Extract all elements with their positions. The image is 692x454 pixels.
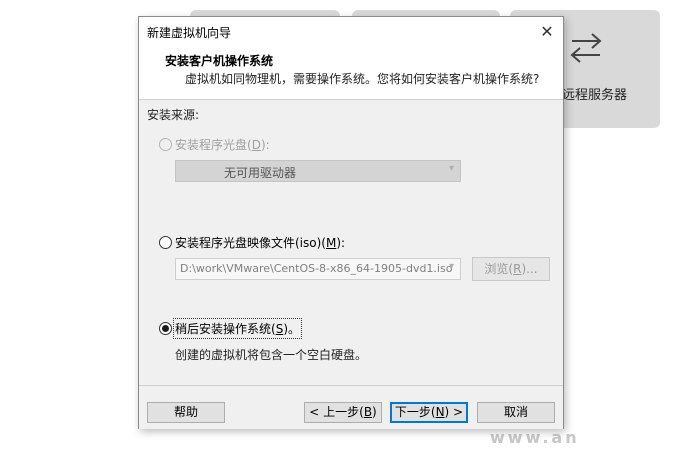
- later-option-description: 创建的虚拟机将包含一个空白硬盘。: [175, 348, 368, 362]
- tile-label: 远程服务器: [562, 88, 628, 103]
- chevron-down-icon: ▾: [448, 163, 454, 174]
- install-source-label: 安装来源:: [147, 108, 200, 122]
- iso-path-value: D:\work\VMware\CentOS-8-x86_64-1905-dvd1…: [180, 262, 453, 275]
- chevron-down-icon[interactable]: ▾: [449, 261, 454, 272]
- iso-path-combobox[interactable]: D:\work\VMware\CentOS-8-x86_64-1905-dvd1…: [175, 258, 461, 280]
- watermark: www.an: [490, 428, 580, 447]
- button-bar: 帮助 < 上一步(B) 下一步(N) > 取消: [139, 385, 563, 429]
- close-icon[interactable]: ✕: [535, 20, 559, 44]
- page-title: 安装客户机操作系统: [165, 54, 274, 68]
- wizard-body: 安装来源: 安装程序光盘(D): 无可用驱动器 ▾ 安装程序光盘映像文件(iso…: [139, 100, 563, 384]
- wizard-header: 安装客户机操作系统 虚拟机如同物理机，需要操作系统。您将如何安装客户机操作系统?: [139, 47, 563, 100]
- iso-option-label[interactable]: 安装程序光盘映像文件(iso)(M):: [175, 234, 345, 251]
- browse-button[interactable]: 浏览(R)...: [472, 257, 550, 281]
- title-bar[interactable]: 新建虚拟机向导 ✕: [139, 17, 563, 47]
- iso-radio[interactable]: [159, 236, 172, 249]
- help-button[interactable]: 帮助: [147, 402, 225, 423]
- dialog-title: 新建虚拟机向导: [147, 26, 232, 40]
- cancel-button[interactable]: 取消: [477, 402, 555, 423]
- drive-select[interactable]: 无可用驱动器 ▾: [175, 160, 461, 182]
- back-button[interactable]: < 上一步(B): [304, 402, 382, 423]
- page-subtitle: 虚拟机如同物理机，需要操作系统。您将如何安装客户机操作系统?: [185, 72, 540, 86]
- swap-arrows-icon: [570, 33, 602, 63]
- later-radio[interactable]: [159, 322, 172, 335]
- later-option-label[interactable]: 稍后安装操作系统(S)。: [173, 318, 302, 339]
- next-button[interactable]: 下一步(N) >: [390, 402, 468, 423]
- new-vm-wizard-dialog: 新建虚拟机向导 ✕ 安装客户机操作系统 虚拟机如同物理机，需要操作系统。您将如何…: [138, 16, 564, 429]
- disc-radio[interactable]: [159, 138, 172, 151]
- drive-select-value: 无可用驱动器: [224, 166, 297, 180]
- disc-option-label[interactable]: 安装程序光盘(D):: [175, 136, 270, 153]
